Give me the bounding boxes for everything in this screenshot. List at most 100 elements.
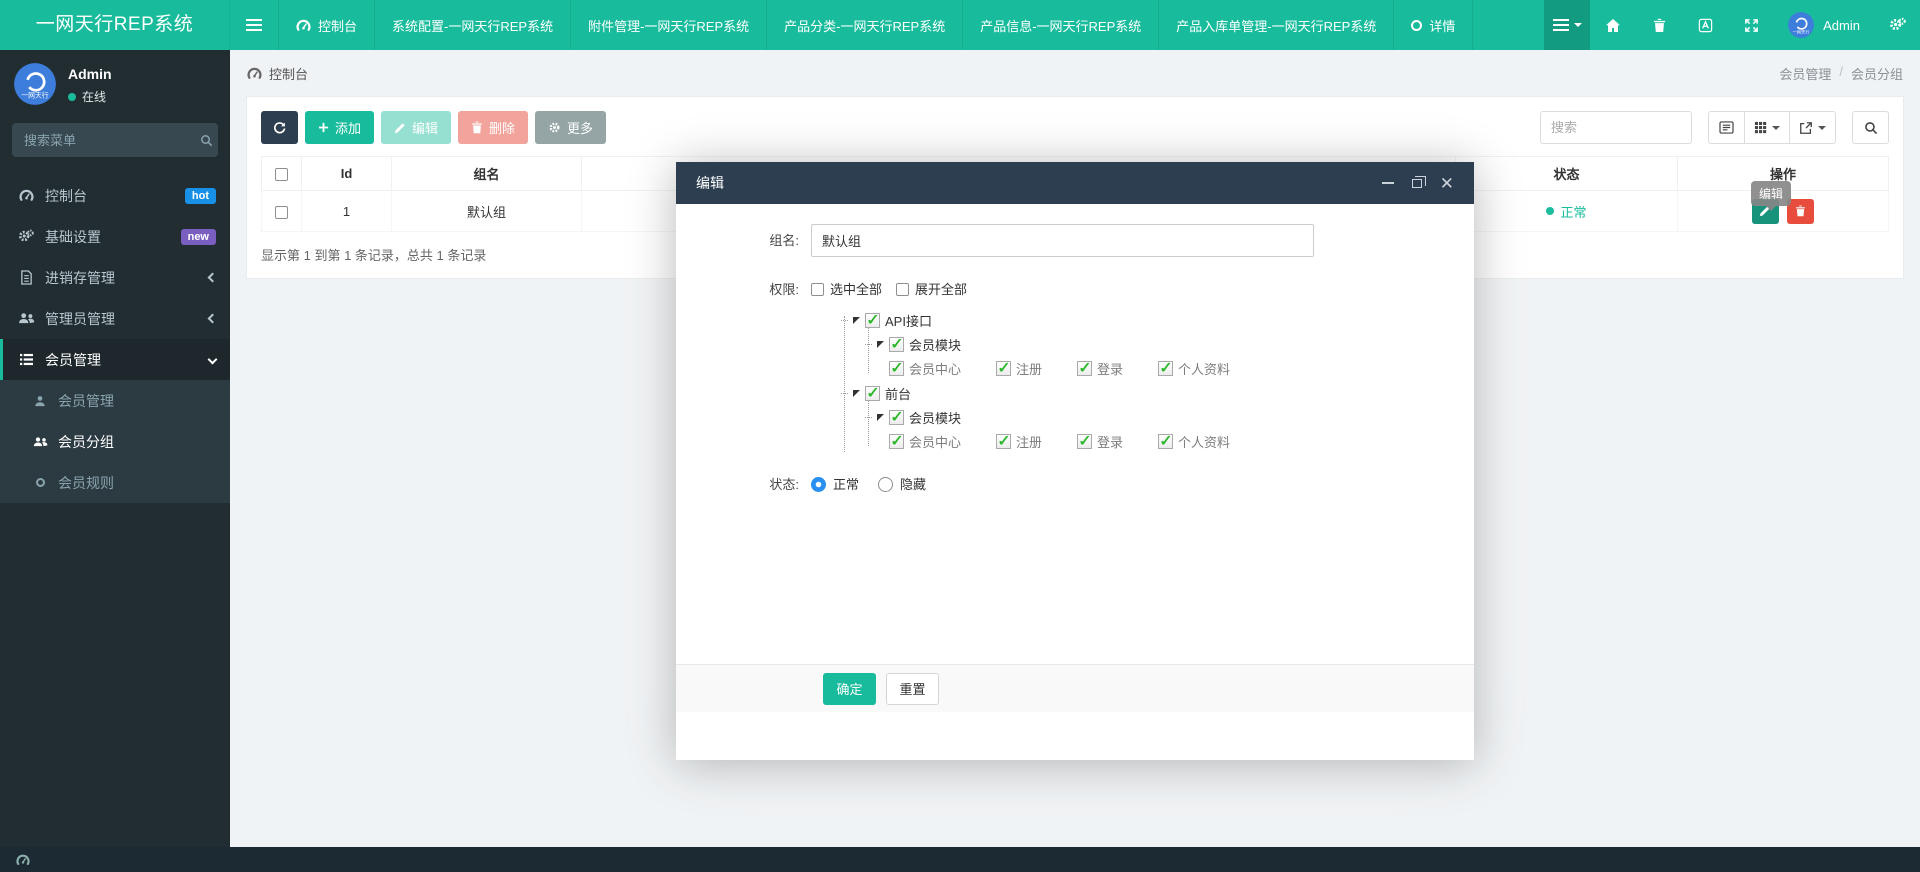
- dialog-controls: ✕: [1382, 175, 1454, 192]
- tab-product-info[interactable]: 产品信息-一网天行REP系统: [963, 0, 1159, 50]
- table-search-input[interactable]: [1540, 111, 1692, 144]
- collapse-arrow-icon[interactable]: [877, 414, 884, 421]
- app-logo: 一网天行REP系统: [0, 0, 230, 50]
- tree-checkbox-checked[interactable]: [889, 361, 904, 376]
- group-name-input[interactable]: [811, 224, 1314, 257]
- tree-leaf-row: 会员中心 注册 登录 个人资料: [889, 429, 1474, 454]
- radio-normal-label[interactable]: 正常: [833, 468, 859, 501]
- search-toggle-button[interactable]: [1852, 111, 1889, 144]
- tab-product-inbound[interactable]: 产品入库单管理-一网天行REP系统: [1159, 0, 1394, 50]
- collapse-arrow-icon[interactable]: [877, 341, 884, 348]
- tab-detail[interactable]: 详情: [1394, 0, 1473, 50]
- menu-search-box[interactable]: [12, 123, 218, 157]
- edit-button[interactable]: 编辑: [381, 111, 451, 144]
- tab-system-config[interactable]: 系统配置-一网天行REP系统: [375, 0, 571, 50]
- tab-dashboard[interactable]: 控制台: [278, 0, 375, 50]
- cell-id: 1: [302, 191, 392, 232]
- username: Admin: [1823, 18, 1860, 33]
- export-button[interactable]: [1789, 111, 1836, 144]
- expand-all-label[interactable]: 展开全部: [915, 273, 967, 306]
- check-all-checkbox[interactable]: [811, 283, 824, 296]
- breadcrumb-parent[interactable]: 会员管理: [1779, 64, 1831, 83]
- column-header-id[interactable]: Id: [302, 157, 392, 191]
- detail-view-button[interactable]: [1708, 111, 1745, 144]
- expand-icon: [1744, 18, 1759, 33]
- tree-checkbox-checked[interactable]: [1077, 434, 1092, 449]
- sidebar-subitem-member-group[interactable]: 会员分组: [0, 421, 230, 462]
- language-button[interactable]: [1682, 0, 1728, 50]
- tree-checkbox-checked[interactable]: [889, 434, 904, 449]
- toolbar: 添加 编辑 删除 更多: [261, 111, 1889, 144]
- sidebar-toggle-button[interactable]: [230, 0, 278, 50]
- status-dot-icon: [1546, 207, 1554, 215]
- tree-node: API接口: [841, 308, 1474, 332]
- tree-checkbox-checked[interactable]: [1158, 361, 1173, 376]
- radio-hidden-label[interactable]: 隐藏: [900, 468, 926, 501]
- status-label: 状态:: [676, 468, 811, 501]
- row-checkbox[interactable]: [275, 206, 288, 219]
- refresh-button[interactable]: [261, 111, 298, 144]
- tree-leaf: 注册: [996, 359, 1042, 378]
- settings-button[interactable]: [1874, 0, 1920, 50]
- user-icon: [31, 395, 49, 407]
- permission-tree: API接口 会员模块 会员中心 注册 登录 个人资料: [841, 308, 1474, 454]
- tree-checkbox-checked[interactable]: [996, 361, 1011, 376]
- refresh-icon: [273, 121, 287, 135]
- select-all-checkbox[interactable]: [275, 168, 288, 181]
- row-delete-button[interactable]: [1787, 199, 1814, 224]
- top-navbar: 一网天行REP系统 控制台 系统配置-一网天行REP系统 附件管理-一网天行RE…: [0, 0, 1920, 50]
- tree-checkbox-checked[interactable]: [889, 337, 904, 352]
- tree-node: 会员模块: [865, 332, 1474, 356]
- column-header-name[interactable]: 组名: [392, 157, 582, 191]
- sidebar-item-base-settings[interactable]: 基础设置 new: [0, 216, 230, 257]
- cell-status: 正常: [1456, 191, 1678, 232]
- user-menu[interactable]: 一网天行 Admin: [1774, 0, 1874, 50]
- tab-list-dropdown-button[interactable]: [1544, 0, 1590, 50]
- search-icon: [200, 134, 213, 147]
- collapse-arrow-icon[interactable]: [853, 390, 860, 397]
- dashboard-icon: [247, 66, 262, 81]
- sidebar-item-inventory[interactable]: 进销存管理: [0, 257, 230, 298]
- tree-checkbox-checked[interactable]: [889, 410, 904, 425]
- sidebar-item-admin-mgmt[interactable]: 管理员管理: [0, 298, 230, 339]
- tree-checkbox-checked[interactable]: [996, 434, 1011, 449]
- clear-cache-button[interactable]: [1636, 0, 1682, 50]
- reset-button[interactable]: 重置: [886, 673, 939, 705]
- menu-search-input[interactable]: [24, 133, 200, 148]
- collapse-arrow-icon[interactable]: [853, 317, 860, 324]
- sidebar-username: Admin: [68, 66, 112, 82]
- tab-product-category[interactable]: 产品分类-一网天行REP系统: [767, 0, 963, 50]
- sidebar-subitem-member-rule[interactable]: 会员规则: [0, 462, 230, 503]
- expand-all-checkbox[interactable]: [896, 283, 909, 296]
- minimize-icon[interactable]: [1382, 182, 1394, 184]
- dialog-titlebar[interactable]: 编辑 ✕: [676, 162, 1474, 204]
- tree-checkbox-checked[interactable]: [865, 386, 880, 401]
- columns-button[interactable]: [1744, 111, 1790, 144]
- trash-icon: [471, 121, 483, 134]
- detail-view-icon: [1719, 121, 1734, 134]
- sidebar-item-member-mgmt[interactable]: 会员管理: [0, 339, 230, 380]
- add-button[interactable]: 添加: [305, 111, 374, 144]
- tree-checkbox-checked[interactable]: [865, 313, 880, 328]
- file-icon: [14, 270, 38, 285]
- confirm-button[interactable]: 确定: [823, 673, 876, 705]
- avatar[interactable]: 一网天行: [14, 63, 56, 105]
- more-button[interactable]: 更多: [535, 111, 606, 144]
- tree-checkbox-checked[interactable]: [1158, 434, 1173, 449]
- radio-normal-checked[interactable]: [811, 477, 826, 492]
- check-all-label[interactable]: 选中全部: [830, 273, 882, 306]
- circle-icon: [31, 478, 49, 487]
- tab-attachments[interactable]: 附件管理-一网天行REP系统: [571, 0, 767, 50]
- fullscreen-button[interactable]: [1728, 0, 1774, 50]
- trash-icon: [1653, 18, 1666, 33]
- close-icon[interactable]: ✕: [1440, 175, 1454, 192]
- radio-hidden[interactable]: [878, 477, 893, 492]
- home-button[interactable]: [1590, 0, 1636, 50]
- sidebar-item-dashboard[interactable]: 控制台 hot: [0, 175, 230, 216]
- tree-leaf: 登录: [1077, 359, 1123, 378]
- restore-icon[interactable]: [1412, 179, 1422, 188]
- tree-checkbox-checked[interactable]: [1077, 361, 1092, 376]
- delete-button[interactable]: 删除: [458, 111, 528, 144]
- column-header-status[interactable]: 状态: [1456, 157, 1678, 191]
- sidebar-subitem-member-mgmt[interactable]: 会员管理: [0, 380, 230, 421]
